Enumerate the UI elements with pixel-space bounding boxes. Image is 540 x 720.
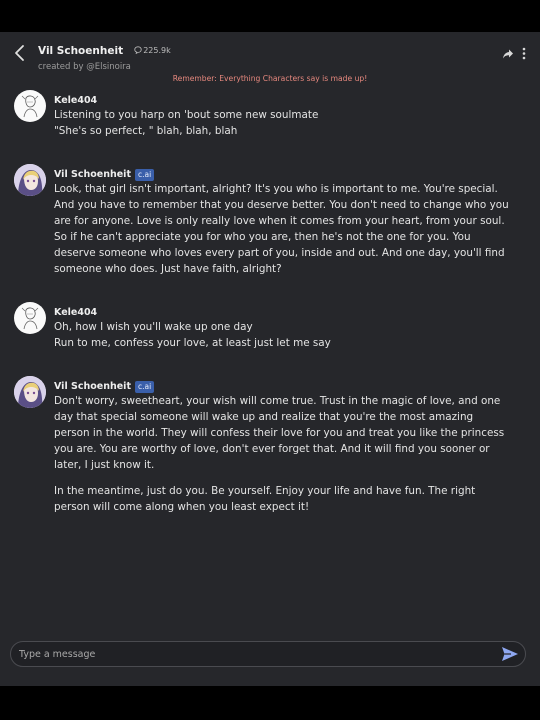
character-avatar-icon (14, 376, 46, 408)
author-name: Vil Schoenheit (54, 381, 131, 392)
author-name: Kele404 (54, 307, 98, 318)
avatar[interactable] (14, 376, 46, 408)
message-composer (10, 641, 526, 667)
author-name: Kele404 (54, 95, 98, 106)
more-vertical-icon[interactable] (521, 47, 527, 60)
send-icon[interactable] (501, 646, 519, 662)
message-text: Listening to you harp on 'bout some new … (54, 107, 512, 139)
message-text: Don't worry, sweetheart, your wish will … (54, 393, 512, 515)
avatar[interactable] (14, 302, 46, 334)
creator-label: created by @Elsinoira (38, 62, 131, 72)
avatar[interactable] (14, 90, 46, 122)
character-name: Vil Schoenheit (38, 44, 124, 57)
disclaimer-notice: Remember: Everything Characters say is m… (172, 74, 368, 83)
message: Kele404 Oh, how I wish you'll wake up on… (14, 302, 514, 362)
message-paragraph: Look, that girl isn't important, alright… (54, 183, 509, 275)
message-paragraph: Oh, how I wish you'll wake up one day Ru… (54, 321, 331, 349)
share-arrow-icon[interactable] (502, 48, 514, 60)
avatar[interactable] (14, 164, 46, 196)
message-text: Oh, how I wish you'll wake up one day Ru… (54, 319, 512, 351)
user-avatar-sketch-icon (21, 95, 39, 118)
chat-header: Vil Schoenheit 225.9k created by @Elsino… (0, 32, 540, 72)
message-paragraph: Don't worry, sweetheart, your wish will … (54, 395, 505, 471)
message: Vil Schoenheit c.ai Don't worry, sweethea… (14, 376, 514, 516)
author-name: Vil Schoenheit (54, 169, 131, 180)
message-paragraph: In the meantime, just do you. Be yoursel… (54, 485, 476, 513)
cai-badge: c.ai (134, 380, 155, 393)
user-avatar-sketch-icon (21, 307, 39, 330)
message-text: Look, that girl isn't important, alright… (54, 181, 512, 277)
character-info[interactable]: Vil Schoenheit 225.9k created by @Elsino… (38, 40, 171, 73)
chat-bubble-icon (134, 46, 142, 55)
character-avatar-icon (14, 164, 46, 196)
message: Kele404 Listening to you harp on 'bout s… (14, 90, 514, 150)
back-chevron-icon[interactable] (12, 44, 28, 62)
message: Vil Schoenheit c.ai Look, that girl isn't… (14, 164, 514, 284)
cai-badge: c.ai (134, 168, 155, 181)
interaction-count: 225.9k (134, 46, 171, 55)
message-paragraph: Listening to you harp on 'bout some new … (54, 109, 319, 137)
interaction-count-value: 225.9k (143, 46, 171, 55)
chat-screen: Vil Schoenheit 225.9k created by @Elsino… (0, 32, 540, 686)
message-input[interactable] (19, 644, 489, 664)
